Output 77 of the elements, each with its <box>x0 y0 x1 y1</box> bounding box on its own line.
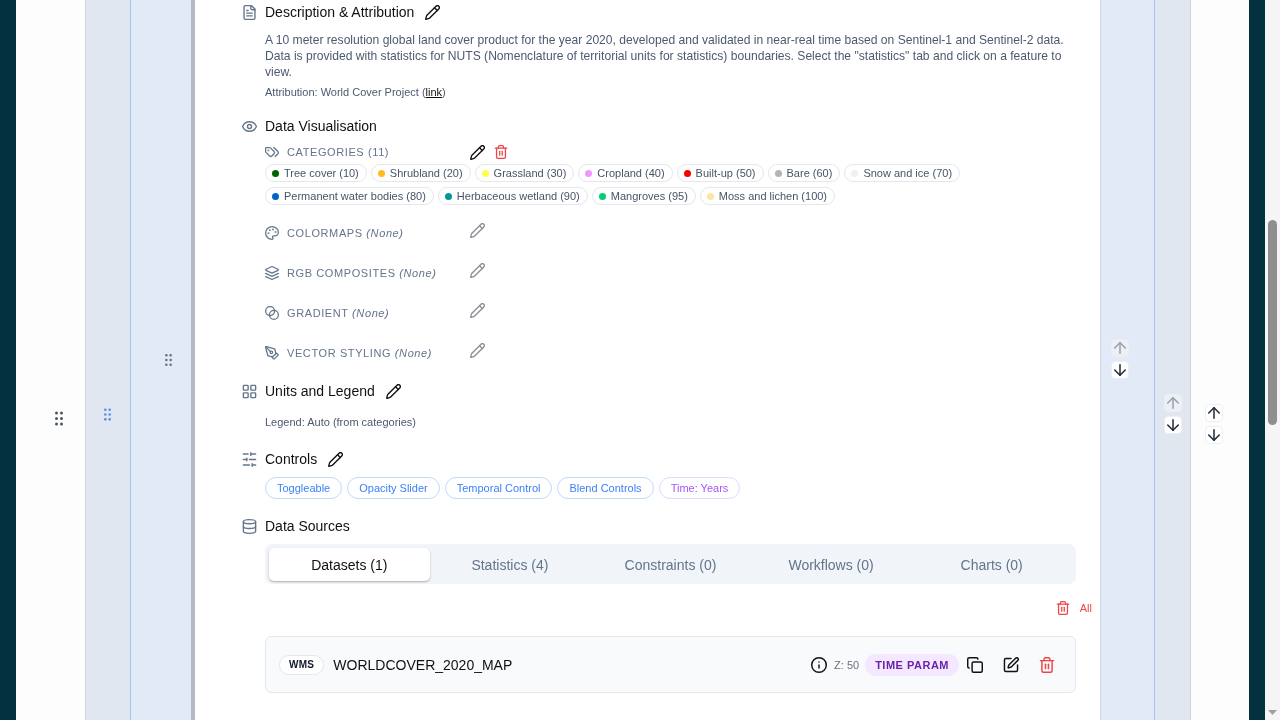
copy-icon <box>967 656 983 673</box>
delete-all-button[interactable]: All <box>1055 598 1092 618</box>
category-label: Shrubland (20) <box>389 167 463 179</box>
arrow-down-icon <box>1208 429 1220 441</box>
type-badge: WMS <box>279 654 325 675</box>
arrow-down-icon <box>1114 364 1126 376</box>
category-label: Grassland (30) <box>493 167 567 179</box>
category-label: Herbaceous wetland (90) <box>456 190 580 202</box>
pencil-icon <box>470 262 485 278</box>
tab[interactable]: Workflows (0) <box>750 548 912 581</box>
edit-button[interactable] <box>384 382 402 400</box>
category-label: Built-up (50) <box>695 167 756 179</box>
pencil-icon <box>470 342 485 358</box>
scrollbar-thumb[interactable] <box>1268 220 1277 425</box>
category-label: Snow and ice (70) <box>863 167 953 179</box>
database-icon <box>242 518 257 534</box>
move-up-button[interactable] <box>1205 404 1223 422</box>
arrow-down-icon <box>1167 419 1179 431</box>
section-title: Data Visualisation <box>265 118 377 134</box>
category-label: Mangroves (95) <box>610 190 688 202</box>
document-icon <box>242 4 257 20</box>
delete-button[interactable] <box>1038 655 1056 674</box>
description-text: A 10 meter resolution global land cover product for the year 2020, developed and validated in near-real time based on Sentinel-1 and Sentinel-2 data. Data is provided with statistics for NUTS (Nomenclature of territorial units for statistics) boundaries. Select the "statistics" tab and click on a feature to view. <box>265 32 1065 80</box>
trash-icon <box>1039 656 1055 673</box>
drag-handle-icon[interactable] <box>104 408 111 421</box>
eye-icon <box>242 118 257 134</box>
palette-icon <box>265 226 279 240</box>
pen-nib-icon <box>265 346 279 360</box>
category-label: Tree cover (10) <box>284 167 359 179</box>
categories-label: CATEGORIES (11) <box>287 146 390 158</box>
trash-icon <box>1055 601 1070 615</box>
section-title: Units and Legend <box>265 383 375 399</box>
drag-handle-icon[interactable] <box>165 354 172 366</box>
style-label: COLORMAPS (None) <box>287 227 404 239</box>
tab[interactable]: Constraints (0) <box>590 548 751 581</box>
edit-button[interactable] <box>424 3 442 21</box>
move-down-button[interactable] <box>1205 426 1223 444</box>
edit-button[interactable] <box>327 450 345 468</box>
pencil-icon <box>328 451 344 467</box>
dataset-name: WORLDCOVER_2020_MAP <box>333 656 513 673</box>
section-title: Controls <box>265 451 318 467</box>
pencil-icon <box>470 222 485 238</box>
time-param-tag: TIME PARAM <box>865 653 959 676</box>
grid-icon <box>242 383 257 399</box>
move-down-button[interactable] <box>1111 361 1129 379</box>
tags-icon <box>265 145 279 159</box>
edit-square-icon <box>1003 656 1019 673</box>
edit-button[interactable] <box>469 143 486 161</box>
legend-text: Legend: Auto (from categories) <box>265 415 418 430</box>
style-label: VECTOR STYLING (None) <box>287 347 433 359</box>
category-label: Moss and lichen (100) <box>718 190 828 202</box>
section-title: Data Sources <box>265 518 350 534</box>
category-label: Permanent water bodies (80) <box>284 190 426 202</box>
section-title: Description & Attribution <box>265 4 415 20</box>
layers-icon <box>265 266 279 280</box>
trash-icon <box>494 145 508 159</box>
tab[interactable]: Charts (0) <box>911 548 1072 581</box>
style-label: GRADIENT (None) <box>287 307 390 319</box>
move-down-button[interactable] <box>1164 416 1182 434</box>
pencil-icon <box>425 4 441 20</box>
info-icon[interactable] <box>811 656 828 673</box>
tab[interactable]: Datasets (1) <box>269 548 430 581</box>
attribution-text: Attribution: World Cover Project (link) <box>265 85 447 100</box>
edit-button[interactable] <box>1002 655 1020 674</box>
zoom-level-text: Z: 50 <box>834 658 860 671</box>
pencil-icon <box>470 144 485 160</box>
category-label: Bare (60) <box>786 167 833 179</box>
pencil-icon <box>470 302 485 318</box>
overlapping-circles-icon <box>265 306 279 320</box>
tab[interactable]: Statistics (4) <box>429 548 591 581</box>
copy-button[interactable] <box>966 655 984 674</box>
category-label: Cropland (40) <box>597 167 665 179</box>
sliders-icon <box>242 451 257 467</box>
delete-button[interactable] <box>493 144 509 160</box>
style-label: RGB COMPOSITES (None) <box>287 267 437 279</box>
drag-handle-icon[interactable] <box>55 411 63 426</box>
pencil-icon <box>385 383 401 399</box>
